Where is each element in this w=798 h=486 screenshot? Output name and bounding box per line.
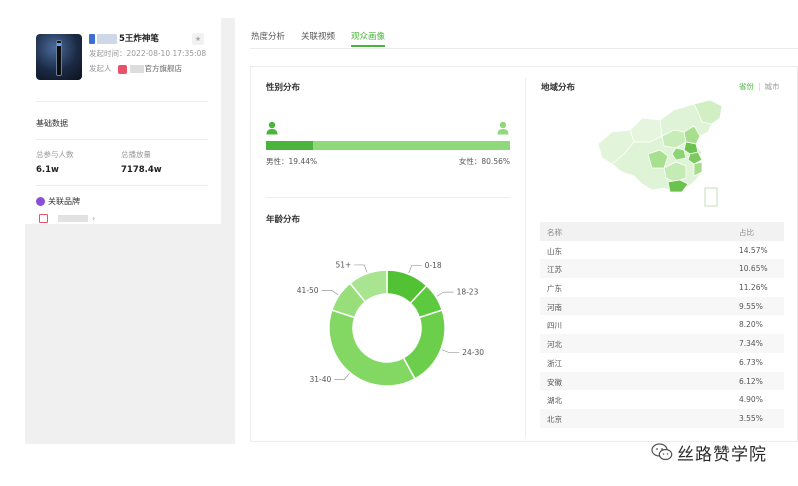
tab-related-videos[interactable]: 关联视频 [301,30,335,42]
donut-leader-line [408,265,422,274]
tab-audience-profile[interactable]: 观众画像 [351,30,385,42]
gender-title: 性别分布 [266,83,301,93]
region-name: 北京 [547,414,562,424]
panel-vertical-divider [525,78,526,438]
female-person-icon [497,121,509,135]
wechat-icon [651,443,673,461]
video-thumbnail[interactable] [36,34,82,80]
tabs-divider [250,48,798,49]
female-label: 女性：80.56% [458,157,510,166]
brand-section-title: 关联品牌 [36,196,80,207]
shop-icon [117,64,127,74]
table-row: 江苏 10.65% [540,259,784,279]
basic-data-title: 基础数据 [36,119,68,128]
region-ratio: 3.55% [739,413,763,423]
region-header-name: 名称 [547,228,562,237]
table-row: 四川 8.20% [540,315,784,334]
table-row: 山东 14.57% [540,241,784,260]
donut-label: 24-30 [462,348,484,357]
region-name: 四川 [547,321,562,331]
china-map[interactable] [590,96,740,214]
donut-leader-line [436,291,454,297]
page: { "video": { "title": "5王炸神笔", "date": "… [0,0,798,486]
toggle-city[interactable]: 城市 [765,82,780,91]
divider [36,185,208,186]
author-label: 发起人 [89,64,112,73]
table-row: 安徽 6.12% [540,371,784,391]
table-row: 河北 7.34% [540,334,784,353]
donut-label: 41-50 [297,286,319,295]
region-name: 河北 [547,340,562,350]
tab-heat-analysis[interactable]: 热度分析 [251,30,285,42]
region-ratio: 8.20% [739,320,763,330]
region-ratio: 7.34% [739,339,763,349]
active-tab-indicator [351,45,385,47]
age-title: 年龄分布 [266,215,301,225]
star-icon[interactable]: ★ [192,33,204,45]
region-ratio: 11.26% [739,283,768,293]
region-name: 广东 [547,284,562,294]
chevron-right-icon: › [92,214,96,223]
donut-leader-line [334,373,350,380]
region-name: 湖北 [547,396,562,406]
plays-value: 7178.4w [121,165,162,175]
table-row: 广东 11.26% [540,278,784,297]
plays-label: 总播放量 [121,150,151,159]
region-ratio: 10.65% [739,264,768,274]
region-toggle: 省份 | 城市 [739,82,780,91]
donut-leader-line [321,289,339,296]
region-name: 河南 [547,302,562,312]
male-label: 男性：19.44% [266,157,318,166]
gender-bar [266,141,510,150]
table-row: 浙江 6.73% [540,353,784,372]
donut-label: 31-40 [309,375,331,384]
brand-title: 关联品牌 [48,197,80,206]
region-table: 名称 占比 山东 14.57% 江苏 10.65% 广东 11.26% 河南 9.55%… [540,222,784,428]
video-date: 发起时间：2022-08-10 17:35:08 [89,49,207,58]
watermark-text: 丝路赞学院 [677,445,767,465]
donut-label: 0-18 [425,261,442,270]
video-author: 发起人 官方旗舰店 [89,63,182,74]
participants-label: 总参与人数 [36,150,74,159]
region-name: 浙江 [547,358,562,368]
region-ratio: 4.90% [739,395,763,405]
region-header-ratio: 占比 [739,228,754,237]
divider [36,139,208,140]
participants-value: 6.1w [36,165,59,175]
divider [36,101,208,102]
table-row: 河南 9.55% [540,296,784,316]
donut-label: 51+ [335,260,351,269]
table-row: 湖北 4.90% [540,390,784,409]
region-ratio: 14.57% [739,245,768,255]
region-ratio: 6.12% [739,376,763,386]
author-shop[interactable]: 官方旗舰店 [145,64,183,73]
region-table-header: 名称 占比 [540,222,784,241]
table-row: 北京 3.55% [540,408,784,428]
video-info-card: 5王炸神笔 ★ 发起时间：2022-08-10 17:35:08 发起人 官方旗舰… [25,18,221,224]
donut-leader-line [441,349,460,354]
region-ratio: 9.55% [739,301,763,311]
donut-slice-31-40[interactable] [328,309,416,387]
region-ratio: 6.73% [739,357,763,367]
gender-bar-male-fill [266,141,314,150]
region-title: 地域分布 [541,83,576,93]
brand-item[interactable]: › [39,214,95,223]
region-name: 山东 [547,246,562,256]
section-divider [266,197,510,198]
male-person-icon [266,121,278,135]
brand-icon [36,197,45,206]
age-donut-chart: 0-18 18-23 24-30 31-40 41-50 51+ [297,260,484,387]
video-title: 5王炸神笔 [119,34,159,44]
donut-leader-line [354,264,368,273]
region-name: 江苏 [547,265,562,275]
video-title-row[interactable]: 5王炸神笔 [89,32,159,44]
toggle-province[interactable]: 省份 [739,82,754,91]
donut-label: 18-23 [457,288,479,297]
gift-icon [39,214,48,223]
region-name: 安徽 [547,377,562,387]
